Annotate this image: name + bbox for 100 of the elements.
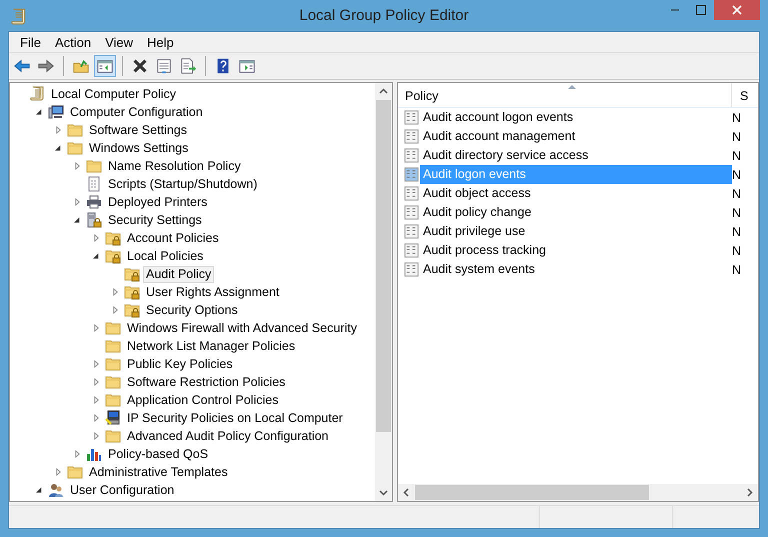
back-icon [13,57,31,75]
tree-item[interactable]: Windows Firewall with Advanced Security [124,320,360,336]
collapsed-arrow-icon[interactable] [54,126,62,134]
collapsed-arrow-icon[interactable] [112,306,118,314]
policy-item[interactable]: Audit object access [420,184,732,203]
tree-item[interactable]: IP Security Policies on Local Computer [124,410,346,426]
menu-item[interactable]: View [98,34,140,50]
tree-item[interactable]: Windows Settings [86,140,192,156]
delete-icon [131,57,149,75]
locked-folder-icon [124,302,140,318]
locked-folder-icon [124,266,140,282]
collapsed-arrow-icon[interactable] [92,234,100,242]
policy-icon [404,205,419,220]
collapsed-arrow-icon[interactable] [92,414,100,422]
locked-folder-icon [124,284,140,300]
collapsed-arrow-icon[interactable] [92,396,100,404]
computer-icon [48,104,64,120]
tree-item[interactable]: Name Resolution Policy [105,158,244,174]
table-cell: N [732,262,742,276]
folder-icon [105,320,121,336]
policy-icon [404,110,419,125]
table-cell: N [732,148,742,162]
bar-chart-icon [86,446,102,462]
folder-icon [105,356,121,372]
policy-icon [404,148,419,163]
policy-icon [404,224,419,239]
tree-item[interactable]: Network List Manager Policies [124,338,298,354]
policy-item[interactable]: Audit system events [420,260,732,279]
policy-item[interactable]: Audit process tracking [420,241,732,260]
policy-icon [404,243,419,258]
tree-item[interactable]: Scripts (Startup/Shutdown) [105,176,260,192]
properties-icon [155,57,173,75]
collapsed-arrow-icon[interactable] [74,198,80,206]
locked-folder-icon [105,248,121,264]
policy-icon [404,129,419,144]
collapsed-arrow-icon[interactable] [92,378,100,386]
tree-item[interactable]: Computer Configuration [67,104,206,120]
table-cell: N [732,224,742,238]
tree-item[interactable]: Local Policies [124,248,206,264]
expanded-arrow-icon[interactable] [54,144,62,152]
tree-button[interactable] [94,55,116,77]
collapsed-arrow-icon[interactable] [74,450,80,458]
table-cell: N [732,110,742,124]
vertical-scrollbar[interactable] [375,83,392,501]
expanded-arrow-icon[interactable] [74,216,80,224]
forward-icon [37,57,55,75]
tree-icon [96,57,114,75]
tree-item[interactable]: Local Computer Policy [48,86,180,102]
tree-item[interactable]: Advanced Audit Policy Configuration [124,428,332,444]
collapsed-arrow-icon[interactable] [92,432,100,440]
policy-item[interactable]: Audit directory service access [420,146,732,165]
folder-icon [105,374,121,390]
table-cell: N [732,130,742,144]
scroll-icon [29,86,45,102]
tree-item[interactable]: Software Restriction Policies [124,374,288,390]
tree-item[interactable]: Policy-based QoS [105,446,212,462]
table-cell: N [732,244,742,258]
close-icon[interactable] [714,0,760,20]
folder-icon [67,140,83,156]
tree-item[interactable]: User Rights Assignment [143,284,282,300]
folder-icon [105,428,121,444]
key-computer-icon [105,410,121,426]
column-header[interactable]: S [732,83,748,107]
tree-item[interactable]: User Configuration [67,482,178,498]
expanded-arrow-icon[interactable] [36,486,42,494]
tree-item[interactable]: Public Key Policies [124,356,236,372]
collapsed-arrow-icon[interactable] [92,324,100,332]
horizontal-scrollbar[interactable] [398,484,758,501]
menu-item[interactable]: Help [140,34,181,50]
collapsed-arrow-icon[interactable] [54,468,62,476]
policy-item[interactable]: Audit policy change [420,203,732,222]
tree-item[interactable]: Audit Policy [143,266,214,282]
tree-item[interactable]: Security Options [143,302,241,318]
tree-item[interactable]: Application Control Policies [124,392,282,408]
expanded-arrow-icon[interactable] [36,108,42,116]
policy-item[interactable]: Audit account logon events [420,108,732,127]
script-icon [86,176,102,192]
table-cell: N [732,186,742,200]
export-icon [179,57,197,75]
folder-icon [86,158,102,174]
tree-item[interactable]: Security Settings [105,212,205,228]
table-cell: N [732,206,742,220]
menu-item[interactable]: File [13,34,48,50]
collapsed-arrow-icon[interactable] [92,360,100,368]
tree-item[interactable]: Software Settings [86,122,190,138]
printer-icon [86,194,102,210]
tree-item[interactable]: Deployed Printers [105,194,210,210]
expanded-arrow-icon[interactable] [92,252,100,260]
folder-icon [105,392,121,408]
collapsed-arrow-icon[interactable] [74,162,80,170]
folder-icon [67,464,83,480]
collapsed-arrow-icon[interactable] [112,288,118,296]
tree-item[interactable]: Account Policies [124,230,222,246]
folder-icon [105,338,121,354]
tree-item[interactable]: Administrative Templates [86,464,231,480]
menu-item[interactable]: Action [48,34,98,50]
window-title: Local Group Policy Editor [298,7,470,24]
policy-item[interactable]: Audit account management [420,127,732,146]
policy-item[interactable]: Audit privilege use [420,222,732,241]
column-header[interactable]: Policy [398,83,732,107]
